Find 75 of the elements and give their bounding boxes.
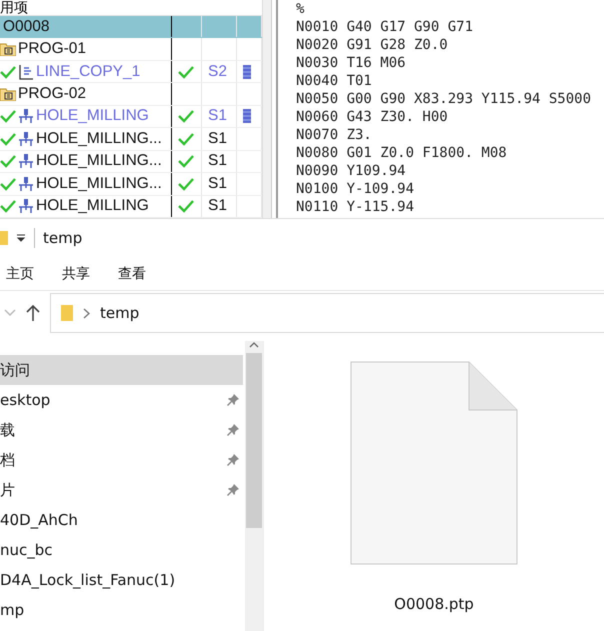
folder-icon (61, 304, 73, 322)
tool-icon (243, 64, 251, 79)
code-line: N0090 Y109.94 (296, 162, 407, 180)
path-label: S1 (208, 174, 227, 193)
drill-operation-icon (18, 198, 34, 214)
folder-icon (0, 230, 8, 246)
tree-row[interactable]: O0008 (0, 16, 262, 38)
file-name[interactable]: O0008.ptp (394, 595, 474, 613)
tree-row[interactable]: HOLE_MILLING... S1 (0, 128, 262, 151)
operation-name: HOLE_MILLING (36, 197, 149, 216)
operation-name: HOLE_MILLING... (36, 152, 162, 170)
operation-name: PROG-02 (18, 85, 86, 104)
chevron-down-icon[interactable] (4, 309, 16, 317)
tree-row[interactable]: HOLE_MILLING S1 (0, 106, 262, 128)
nav-item[interactable]: 片 (0, 475, 243, 505)
tree-row[interactable]: HOLE_MILLING... S1 (0, 150, 262, 174)
scrollbar[interactable] (262, 0, 272, 218)
path-label: S1 (208, 152, 227, 170)
drill-operation-icon (18, 130, 34, 147)
address-bar[interactable]: temp (50, 293, 604, 333)
tool-icon (243, 109, 251, 124)
nav-item[interactable]: 访问 (0, 355, 243, 385)
nav-item[interactable]: 档 (0, 445, 243, 475)
drill-operation-icon (18, 108, 34, 124)
code-line: % (296, 0, 306, 18)
scrollbar[interactable] (245, 341, 263, 631)
code-line: N0010 G40 G17 G90 G71 (296, 18, 474, 36)
code-line: N0070 Z3. (296, 126, 373, 144)
nav-item[interactable]: D4A_Lock_list_Fanuc(1) (0, 565, 243, 595)
dropdown-icon[interactable] (16, 234, 26, 242)
up-arrow-icon[interactable] (26, 304, 40, 322)
nav-item[interactable]: 载 (0, 415, 243, 445)
pin-icon[interactable] (227, 424, 239, 436)
ribbon-tab[interactable]: 查看 (118, 264, 146, 282)
operation-name: LINE_COPY_1 (36, 62, 140, 81)
code-line: N0110 Y-115.94 (296, 198, 416, 216)
nav-item[interactable]: mp (0, 595, 243, 625)
tree-row[interactable]: HOLE_MILLING S1 (0, 196, 262, 218)
operation-name: HOLE_MILLING... (36, 130, 162, 148)
path-label: S1 (208, 107, 227, 126)
ribbon-tab[interactable]: 主页 (6, 264, 34, 282)
pin-icon[interactable] (227, 394, 239, 406)
operation-name: HOLE_MILLING... (36, 174, 162, 193)
folder-icon (0, 87, 16, 102)
tree-row[interactable]: PROG-02 (0, 83, 262, 106)
folder-icon (0, 42, 16, 56)
code-line: N0050 G00 G90 X83.293 Y115.94 S5000 (296, 90, 592, 108)
code-line: N0040 T01 (296, 72, 373, 90)
path-label: S1 (208, 130, 227, 148)
code-line: N0080 G01 Z0.0 F1800. M08 (296, 144, 508, 162)
window-title: temp (34, 228, 82, 248)
code-line: N0020 G91 G28 Z0.0 (296, 36, 449, 54)
nav-item[interactable]: nuc_bc (0, 535, 243, 565)
line-operation-icon (18, 64, 34, 80)
code-line: N0060 G43 Z30. H00 (296, 108, 449, 126)
chevron-right-icon (83, 308, 90, 318)
operation-name: PROG-01 (18, 40, 86, 58)
path-label: S2 (208, 62, 227, 81)
tree-row[interactable]: HOLE_MILLING... S1 (0, 173, 262, 196)
nav-item[interactable]: esktop (0, 385, 243, 415)
operation-name: O0008 (3, 18, 50, 36)
address-text: temp (100, 304, 140, 322)
pin-icon[interactable] (227, 454, 239, 466)
tree-row[interactable]: PROG-01 (0, 38, 262, 61)
ribbon-tab[interactable]: 共享 (62, 264, 90, 282)
operation-name: HOLE_MILLING (36, 107, 149, 126)
drill-operation-icon (18, 176, 34, 192)
path-label: S1 (208, 197, 227, 216)
code-line: N0030 T16 M06 (296, 54, 407, 72)
drill-operation-icon (18, 153, 34, 170)
tree-row[interactable]: LINE_COPY_1 S2 (0, 60, 262, 84)
nav-item[interactable]: 40D_AhCh (0, 505, 243, 535)
caret-up-icon[interactable] (249, 341, 259, 349)
code-line: N0100 Y-109.94 (296, 180, 416, 198)
pin-icon[interactable] (227, 484, 239, 496)
